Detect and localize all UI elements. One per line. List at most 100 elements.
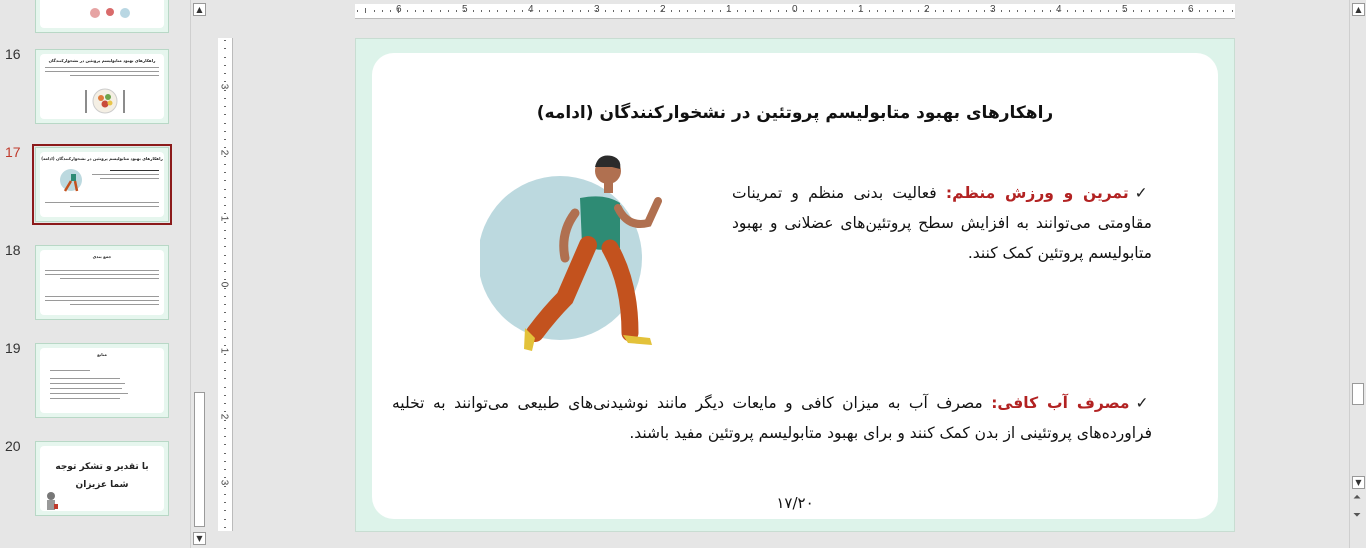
- ruler-v-tick: [224, 526, 226, 528]
- ruler-h-tick: [678, 10, 680, 12]
- ruler-h-tick: [827, 10, 829, 12]
- thumbnail-slide-18-body: جمع بندی: [40, 250, 164, 315]
- ruler-h-tick: [381, 10, 383, 12]
- ruler-h-tick: [843, 10, 845, 12]
- ruler-v-tick: [224, 254, 226, 256]
- ruler-h-tick: [621, 10, 622, 12]
- ruler-h-tick: [538, 10, 540, 12]
- thumbnail-20-subtitle: شما عزیزان: [75, 480, 129, 490]
- bullet-exercise[interactable]: ✓تمرین و ورزش منظم: فعالیت بدنی منظم و ت…: [732, 178, 1152, 268]
- thumbnail-slide-16-body: راهکارهای بهبود متابولیسم پروتئین در نشخ…: [40, 54, 164, 119]
- slide-number-20: 20: [5, 438, 21, 454]
- slide-canvas[interactable]: راهکارهای بهبود متابولیسم پروتئین در نشخ…: [355, 38, 1235, 532]
- ruler-v-tick: [224, 279, 226, 281]
- ruler-v-tick: [224, 378, 226, 380]
- vertical-ruler[interactable]: 3 2 1 0 1 2 3: [218, 38, 233, 531]
- ruler-h-tick: [596, 10, 598, 12]
- ruler-h-tick: [736, 10, 738, 12]
- slide-content-card: راهکارهای بهبود متابولیسم پروتئین در نشخ…: [372, 53, 1218, 519]
- ruler-h-tick: [480, 10, 482, 12]
- next-slide-icon[interactable]: ⏷: [1353, 510, 1361, 521]
- slide-number-18: 18: [5, 242, 21, 258]
- ruler-v-tick: [224, 427, 226, 429]
- ruler-h-tick: [431, 10, 433, 12]
- ruler-h-tick: [373, 10, 375, 12]
- scroll-up-button[interactable]: ▲: [1352, 3, 1365, 16]
- ruler-h-tick: [984, 10, 985, 12]
- bullet-exercise-heading: تمرین و ورزش منظم:: [945, 184, 1129, 202]
- ruler-v-tick: [224, 452, 226, 454]
- ruler-h-tick: [1198, 10, 1200, 12]
- slide-page-number[interactable]: ۱۷/۲۰: [372, 494, 1218, 512]
- slide-number-16: 16: [5, 46, 21, 62]
- ruler-h-tick: [1149, 10, 1150, 12]
- runner-illustration[interactable]: [480, 153, 680, 363]
- ruler-v-tick: [224, 436, 226, 437]
- food-plate-icon: [85, 88, 125, 114]
- slide-number-17: 17: [5, 144, 21, 160]
- thumbnail-slide-18[interactable]: جمع بندی: [35, 245, 169, 320]
- ruler-h-tick: [753, 10, 754, 12]
- ruler-h-tick: [942, 10, 944, 12]
- ruler-h-tick: [423, 10, 424, 12]
- ruler-h-tick: [1132, 10, 1134, 12]
- ruler-v-tick: [224, 345, 226, 347]
- ruler-h-tick: [975, 10, 977, 12]
- ruler-h-tick: [893, 10, 895, 12]
- ruler-v-tick: [224, 188, 226, 190]
- ruler-h-tick: [1083, 10, 1084, 12]
- ruler-v-tick: [224, 139, 226, 140]
- ruler-h-tick: [365, 8, 367, 13]
- thumbnail-slide-19[interactable]: منابع: [35, 343, 169, 418]
- scroll-down-button[interactable]: ▼: [1352, 476, 1365, 489]
- ruler-v-tick: [224, 271, 226, 272]
- ruler-h-tick: [1033, 10, 1035, 12]
- ruler-h-tick: [357, 10, 358, 12]
- ruler-h-tick: [1116, 10, 1117, 12]
- bullet-water[interactable]: ✓مصرف آب کافی: مصرف آب به میزان کافی و م…: [392, 388, 1152, 448]
- ruler-v-tick: [224, 114, 226, 116]
- slide-scrollbar[interactable]: ▲ ▼ ⏶ ⏷: [1349, 0, 1366, 548]
- ruler-v-tick: [224, 155, 226, 157]
- ruler-h-tick: [670, 10, 672, 12]
- ruler-h-tick: [489, 10, 490, 12]
- ruler-h-tick: [1050, 10, 1051, 12]
- ruler-v-label: 1: [218, 347, 230, 354]
- ruler-v-tick: [224, 477, 226, 479]
- thumbnail-slide-17-body: راهکارهای بهبود متابولیسم پروتئین در نشخ…: [40, 152, 164, 217]
- ruler-h-tick: [1058, 10, 1060, 12]
- ruler-v-tick: [224, 205, 226, 206]
- ruler-h-tick: [637, 10, 639, 12]
- horizontal-ruler[interactable]: 6543210123456: [355, 4, 1235, 19]
- thumbnail-slide-20[interactable]: با تقدیر و تشکر توجه شما عزیزان: [35, 441, 169, 516]
- ruler-v-tick: [224, 386, 226, 388]
- ruler-v-tick: [224, 287, 226, 289]
- scroll-down-button[interactable]: ▼: [193, 532, 206, 545]
- thumbnail-scroll-thumb[interactable]: [194, 392, 205, 527]
- scroll-up-button[interactable]: ▲: [193, 3, 206, 16]
- ruler-h-tick: [472, 10, 474, 12]
- ruler-v-tick: [224, 48, 226, 50]
- ruler-h-tick: [1008, 10, 1010, 12]
- ruler-v-tick: [224, 73, 226, 74]
- slide-scroll-thumb[interactable]: [1352, 383, 1364, 405]
- ruler-h-tick: [1041, 10, 1043, 12]
- thumbnail-slide-15[interactable]: [35, 0, 169, 33]
- ruler-h-tick: [1157, 10, 1159, 12]
- previous-slide-icon[interactable]: ⏶: [1353, 492, 1361, 503]
- thumbnail-slide-16[interactable]: راهکارهای بهبود متابولیسم پروتئین در نشخ…: [35, 49, 169, 124]
- ruler-h-tick: [711, 10, 713, 12]
- ruler-v-tick: [224, 97, 226, 99]
- slide-title[interactable]: راهکارهای بهبود متابولیسم پروتئین در نشخ…: [372, 103, 1218, 123]
- thumbnail-scrollbar[interactable]: ▲ ▼: [190, 0, 209, 548]
- ruler-h-tick: [662, 10, 664, 12]
- ruler-h-tick: [1124, 10, 1126, 12]
- ruler-h-tick: [1107, 10, 1109, 12]
- ruler-h-tick: [860, 10, 862, 12]
- thumbnail-17-title: راهکارهای بهبود متابولیسم پروتئین در نشخ…: [41, 156, 163, 161]
- thumbnail-slide-17-selected[interactable]: راهکارهای بهبود متابولیسم پروتئین در نشخ…: [32, 144, 172, 225]
- ruler-h-tick: [390, 10, 391, 12]
- ruler-h-tick: [1182, 10, 1183, 12]
- ruler-v-tick: [224, 56, 226, 58]
- ruler-h-tick: [1099, 10, 1101, 12]
